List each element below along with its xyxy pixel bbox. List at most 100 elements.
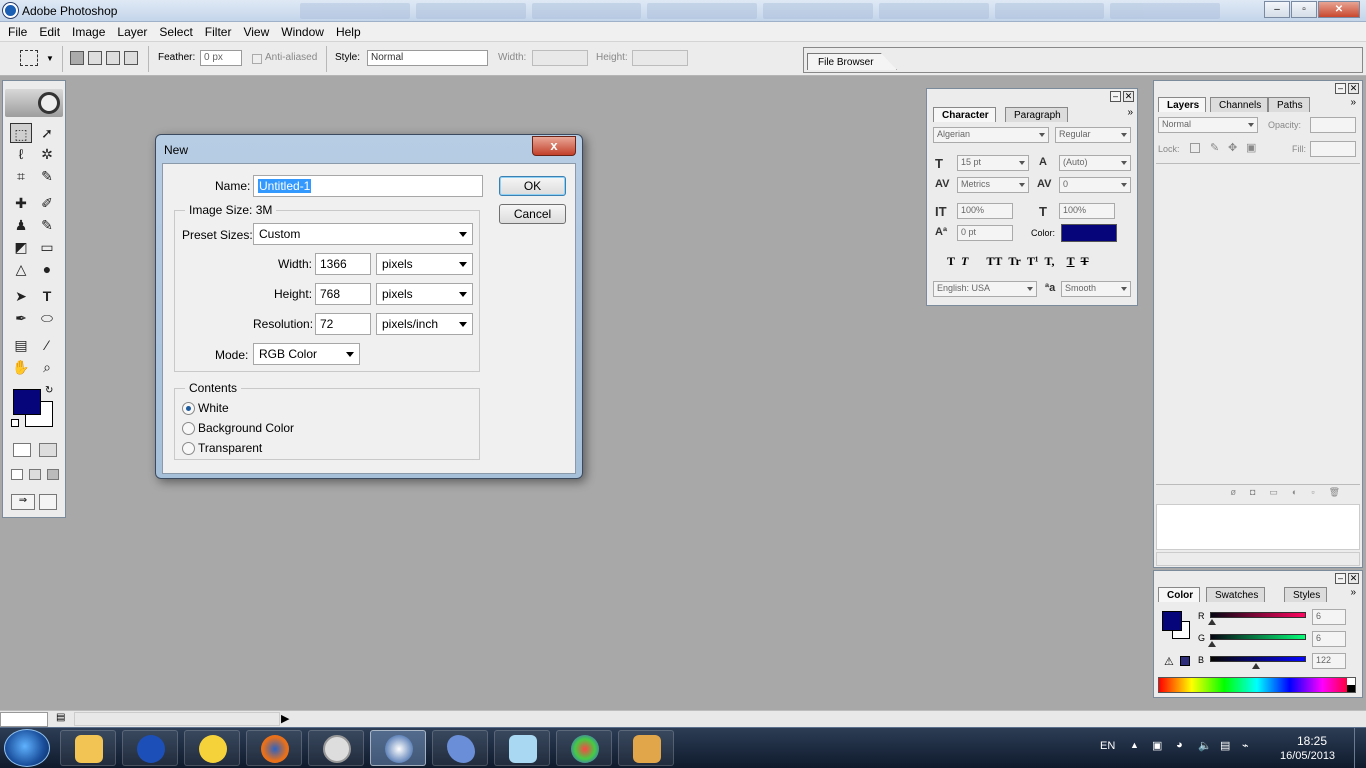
green-input[interactable]: 6 [1312,631,1346,647]
chevron-down-icon[interactable]: ▼ [46,54,54,63]
taskbar-notes-app[interactable] [494,730,550,766]
contents-white-radio[interactable] [182,402,195,415]
antialias-checkbox[interactable] [252,54,262,64]
lock-paint-icon[interactable]: ✎ [1210,141,1219,154]
taskbar-safari[interactable] [308,730,364,766]
document-info-icon[interactable]: ▤ [56,712,65,723]
default-colors-icon[interactable] [11,419,19,427]
navigator-zoom-slider[interactable] [1156,552,1360,566]
subtract-selection-icon[interactable] [106,51,120,65]
notes-tool-icon[interactable]: ▤ [10,335,32,355]
status-menu-arrow-icon[interactable]: ▶ [281,712,289,725]
marquee-tool-preset-icon[interactable] [20,50,38,66]
taskbar-yahoo-messenger[interactable] [184,730,240,766]
preset-sizes-select[interactable]: Custom [253,223,473,245]
taskbar-paint-app[interactable] [556,730,612,766]
input-language[interactable]: EN [1100,740,1115,752]
palette-menu-icon[interactable]: » [1350,587,1356,598]
dodge-tool-icon[interactable]: ● [36,259,58,279]
subscript-button[interactable]: T, [1044,254,1054,269]
magic-wand-icon[interactable]: ✲ [36,144,58,164]
blue-slider[interactable] [1210,656,1306,662]
dialog-close-button[interactable]: x [532,136,576,156]
taskbar-reader-app[interactable] [618,730,674,766]
swap-colors-icon[interactable]: ↻ [45,385,53,396]
layer-mask-icon[interactable]: ◘ [1250,487,1255,501]
tab-paragraph[interactable]: Paragraph [1005,107,1068,122]
start-button[interactable] [4,729,50,767]
height-input[interactable] [632,50,688,66]
gamut-warning-icon[interactable]: ⚠ [1164,655,1174,668]
palette-minimize-icon[interactable]: – [1335,573,1346,584]
fill-input[interactable] [1310,141,1356,157]
opacity-input[interactable] [1310,117,1356,133]
layer-set-icon[interactable]: ▭ [1269,487,1278,501]
standard-mode-icon[interactable] [13,443,31,457]
faux-italic-button[interactable]: T [961,254,968,269]
color-ramp[interactable] [1158,677,1356,693]
tab-channels[interactable]: Channels [1210,97,1269,112]
gamut-color-swatch[interactable] [1180,656,1190,666]
height-unit-select[interactable]: pixels [376,283,473,305]
move-tool-icon[interactable]: ➚ [36,123,58,143]
horizontal-scale-input[interactable]: 100% [1059,203,1115,219]
superscript-button[interactable]: T¹ [1027,254,1039,269]
width-input[interactable]: 1366 [315,253,371,275]
tray-expand-icon[interactable]: ▲ [1130,740,1139,750]
toolbox-header[interactable] [5,89,63,117]
rect-marquee-tool-icon[interactable]: ⬚ [10,123,32,143]
red-input[interactable]: 6 [1312,609,1346,625]
palette-minimize-icon[interactable]: – [1335,83,1346,94]
tab-swatches[interactable]: Swatches [1206,587,1266,602]
menu-layer[interactable]: Layer [111,22,153,41]
security-icon[interactable]: ◕ [1176,739,1183,751]
tab-layers[interactable]: Layers [1158,97,1207,112]
font-style-select[interactable]: Regular [1055,127,1131,143]
leading-select[interactable]: (Auto) [1059,155,1131,171]
vertical-scale-input[interactable]: 100% [957,203,1013,219]
foreground-color-swatch[interactable] [13,389,41,415]
type-tool-icon[interactable]: T [36,286,58,306]
contents-transparent-label[interactable]: Transparent [198,441,262,455]
taskbar-photoshop[interactable] [370,730,426,766]
taskbar-firefox[interactable] [246,730,302,766]
width-unit-select[interactable]: pixels [376,253,473,275]
tab-color[interactable]: Color [1158,587,1201,602]
ellipse-tool-icon[interactable]: ⬭ [36,308,58,328]
menu-file[interactable]: File [2,22,33,41]
tab-paths[interactable]: Paths [1268,97,1310,112]
text-color-swatch[interactable] [1061,224,1117,242]
path-select-icon[interactable]: ➤ [10,286,32,306]
resolution-input[interactable]: 72 [315,313,371,335]
mode-select[interactable]: RGB Color [253,343,360,365]
faux-bold-button[interactable]: T [947,254,955,269]
palette-close-icon[interactable]: ✕ [1348,573,1359,584]
palette-close-icon[interactable]: ✕ [1348,83,1359,94]
name-input[interactable]: Untitled-1 [253,175,483,197]
palette-minimize-icon[interactable]: – [1110,91,1121,102]
all-caps-button[interactable]: TT [986,254,1002,269]
lasso-tool-icon[interactable]: ℓ [10,144,32,164]
contents-white-label[interactable]: White [198,401,229,415]
delete-layer-icon[interactable]: 🗑 [1329,487,1340,501]
lock-move-icon[interactable]: ✥ [1228,141,1237,154]
history-brush-icon[interactable]: ✎ [36,215,58,235]
eraser-tool-icon[interactable]: ◩ [10,237,32,257]
quickmask-mode-icon[interactable] [39,443,57,457]
zoom-tool-icon[interactable]: ⌕ [36,357,58,377]
action-center-icon[interactable]: ▤ [1220,739,1230,752]
contents-transparent-radio[interactable] [182,442,195,455]
antialias-select[interactable]: Smooth [1061,281,1131,297]
font-size-select[interactable]: 15 pt [957,155,1029,171]
palette-close-icon[interactable]: ✕ [1123,91,1134,102]
lock-transparency-icon[interactable] [1190,143,1200,153]
menu-help[interactable]: Help [330,22,367,41]
gradient-tool-icon[interactable]: ▭ [36,237,58,257]
show-desktop-button[interactable] [1354,728,1366,768]
blend-mode-select[interactable]: Normal [1158,117,1258,133]
menu-select[interactable]: Select [153,22,198,41]
new-layer-icon[interactable]: ▫ [1311,487,1314,501]
hand-tool-icon[interactable]: ✋ [10,357,32,377]
taskbar-explorer[interactable] [60,730,116,766]
contents-background-label[interactable]: Background Color [198,421,294,435]
